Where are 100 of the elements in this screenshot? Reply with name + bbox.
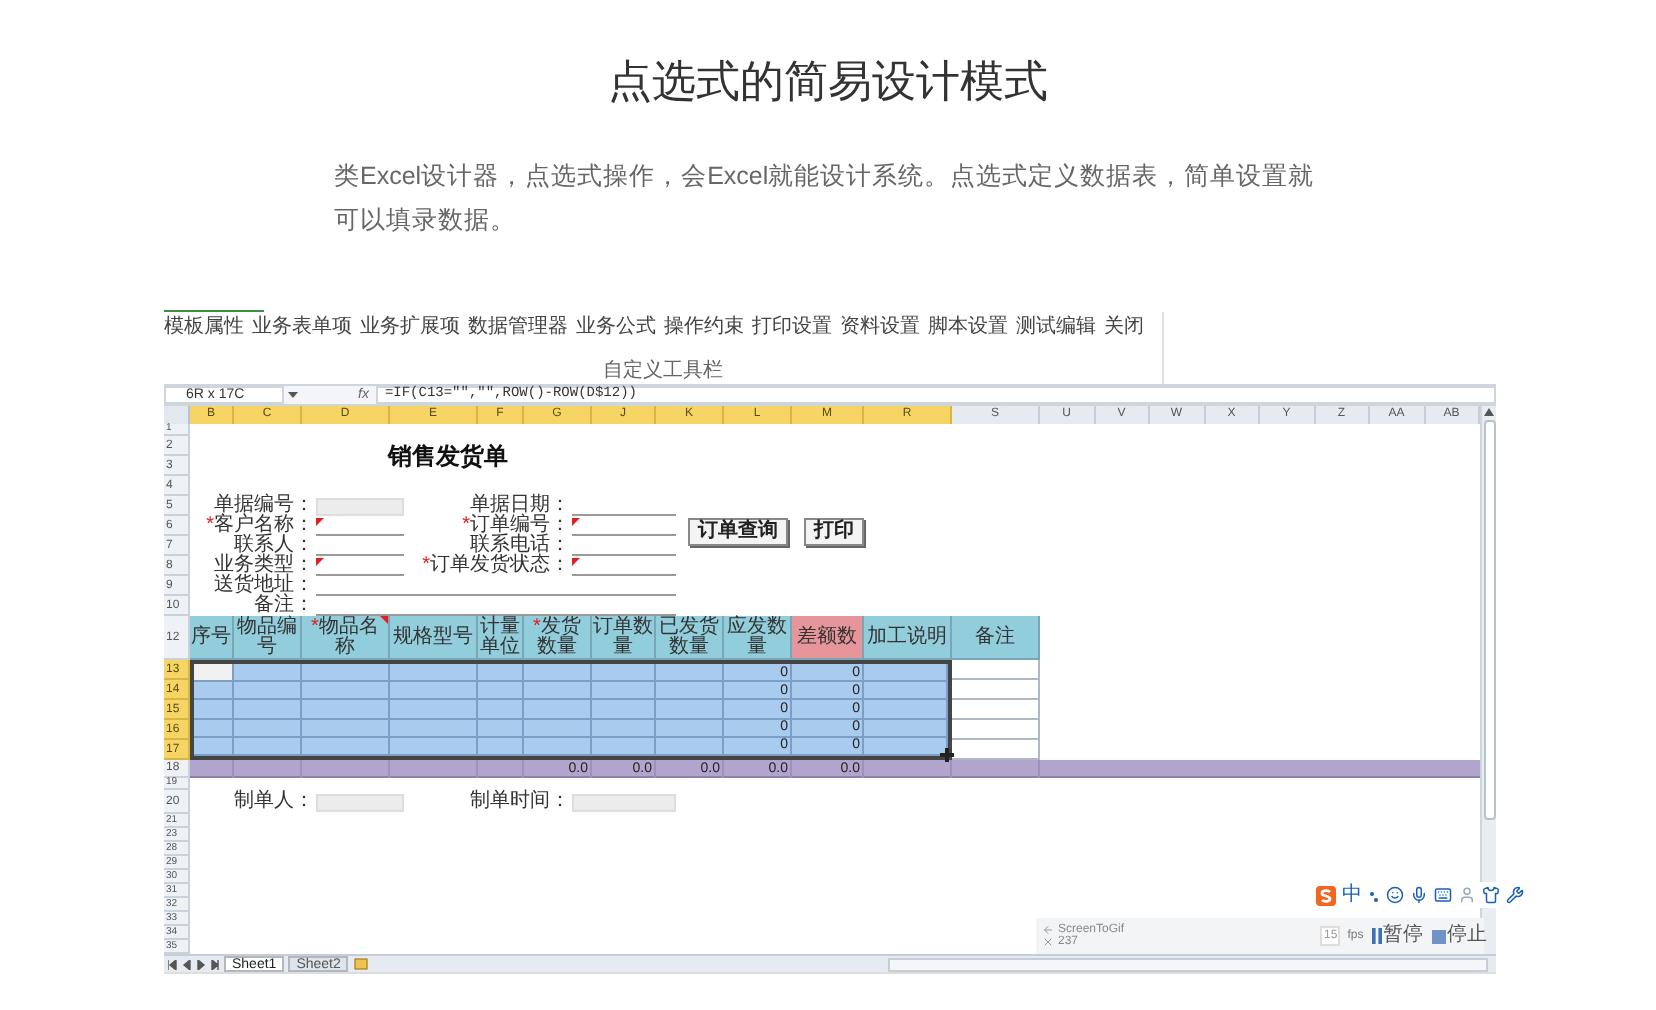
table-cell[interactable] <box>234 682 302 701</box>
pause-icon <box>1371 928 1382 944</box>
table-cell[interactable] <box>302 664 390 683</box>
table-cell[interactable] <box>478 700 524 720</box>
ribbon-menu-item[interactable]: 业务表单项 <box>252 318 352 338</box>
field-label: *订单编号： <box>460 516 570 536</box>
table-header-cell: 物品编号 <box>234 616 302 660</box>
table-cell[interactable] <box>390 664 478 683</box>
table-cell[interactable] <box>478 664 524 683</box>
ribbon-menu-item[interactable]: 数据管理器 <box>468 318 568 338</box>
table-header-cell: 加工说明 <box>864 616 952 660</box>
table-header-cell: 序号 <box>190 616 234 660</box>
insert-sheet-icon[interactable] <box>354 958 369 970</box>
field-label: 制单人： <box>232 792 314 812</box>
table-cell[interactable] <box>656 664 724 683</box>
table-header-cell: 应发数量 <box>724 616 792 660</box>
table-cell[interactable] <box>524 664 592 683</box>
field-label: *客户名称： <box>204 516 314 536</box>
field-label: 联系电话： <box>470 536 570 556</box>
wrench-icon[interactable] <box>1506 886 1524 904</box>
form-button[interactable]: 打印 <box>804 518 864 546</box>
input-field[interactable] <box>316 557 404 575</box>
table-cell[interactable] <box>656 700 724 720</box>
field-label: 送货地址： <box>212 576 314 596</box>
table-cell[interactable] <box>592 700 656 720</box>
sheet-navigation-icon[interactable] <box>168 959 220 969</box>
punctuation-icon[interactable] <box>1368 887 1380 903</box>
ribbon-menu-item[interactable]: 打印设置 <box>752 318 832 338</box>
comment-indicator-icon <box>572 557 580 565</box>
table-cell[interactable] <box>864 700 948 720</box>
ribbon-menu-item[interactable]: 操作约束 <box>664 318 744 338</box>
field-label: 备注： <box>254 596 314 616</box>
table-cell[interactable] <box>656 682 724 701</box>
table-header-cell: 计量单位 <box>478 616 524 660</box>
ribbon-menu-item[interactable]: 业务公式 <box>576 318 656 338</box>
ribbon-menu-item[interactable]: 测试编辑 <box>1016 318 1096 338</box>
ribbon-menu-item[interactable]: 模板属性 <box>164 318 244 338</box>
table-cell[interactable] <box>524 700 592 720</box>
field-label: *订单发货状态： <box>420 556 570 576</box>
input-field[interactable] <box>316 517 404 535</box>
input-field[interactable] <box>572 557 676 575</box>
pause-button[interactable]: 暂停 <box>1371 926 1424 946</box>
stop-button[interactable]: 停止 <box>1431 926 1488 946</box>
table-cell[interactable] <box>390 682 478 701</box>
table-cell[interactable] <box>194 682 234 701</box>
table-header-cell: 规格型号 <box>390 616 478 660</box>
close-icon[interactable] <box>1042 936 1054 948</box>
emoji-icon[interactable] <box>1386 886 1404 904</box>
table-cell[interactable] <box>952 660 1040 680</box>
horizontal-scrollbar[interactable] <box>888 957 1488 971</box>
ribbon-menu-item[interactable]: 关闭 <box>1104 318 1144 338</box>
keyboard-icon[interactable] <box>1434 886 1452 904</box>
field-label: 联系人： <box>234 536 314 556</box>
dropdown-caret-icon[interactable] <box>288 391 298 399</box>
stop-icon <box>1431 929 1446 943</box>
table-cell[interactable] <box>592 664 656 683</box>
field-label: 制单时间： <box>468 792 570 812</box>
comment-indicator-icon <box>572 517 580 525</box>
field-label: 单据编号： <box>212 496 314 516</box>
table-cell[interactable] <box>952 720 1040 740</box>
user-icon[interactable] <box>1458 886 1476 904</box>
page-heading: 点选式的简易设计模式 <box>606 54 1050 110</box>
table-cell[interactable] <box>302 682 390 701</box>
comment-indicator-icon <box>316 557 324 565</box>
table-cell[interactable] <box>478 682 524 701</box>
table-cell[interactable] <box>302 700 390 720</box>
table-cell[interactable] <box>194 700 234 720</box>
field-label: 单据日期： <box>468 496 570 516</box>
table-header-cell: 已发货数量 <box>656 616 724 660</box>
field-label: 业务类型： <box>212 556 314 576</box>
input-field[interactable] <box>572 517 676 535</box>
intro-text: 类Excel设计器，点选式操作，会Excel就能设计系统。点选式定义数据表，简单设置就可以填录数据。 <box>334 160 1317 238</box>
table-header-cell: 差额数 <box>792 616 864 660</box>
ribbon-menu-item[interactable]: 脚本设置 <box>928 318 1008 338</box>
ribbon-menu-item[interactable]: 业务扩展项 <box>360 318 460 338</box>
table-cell[interactable] <box>864 664 948 683</box>
input-mode-toggle[interactable]: 中 <box>1342 885 1362 905</box>
table-cell[interactable] <box>864 682 948 701</box>
fill-handle-icon[interactable] <box>940 748 954 762</box>
table-cell[interactable] <box>592 682 656 701</box>
back-icon[interactable] <box>1042 924 1054 936</box>
form-button[interactable]: 订单查询 <box>688 518 788 546</box>
ribbon-menu-item[interactable]: 资料设置 <box>840 318 920 338</box>
table-cell[interactable] <box>952 740 1040 760</box>
table-header-cell: *物品名称 <box>302 616 390 660</box>
table-header-cell: 订单数量 <box>592 616 656 660</box>
table-cell[interactable] <box>952 680 1040 700</box>
ribbon-group-label: 自定义工具栏 <box>603 362 723 382</box>
table-cell[interactable] <box>234 700 302 720</box>
table-cell[interactable] <box>524 682 592 701</box>
table-cell[interactable] <box>194 664 234 683</box>
table-header-cell: *发货数量 <box>524 616 592 660</box>
table-cell[interactable] <box>390 700 478 720</box>
table-cell[interactable] <box>952 700 1040 720</box>
shirt-icon[interactable] <box>1482 886 1500 904</box>
microphone-icon[interactable] <box>1410 886 1428 904</box>
table-cell[interactable] <box>234 664 302 683</box>
table-header-cell: 备注 <box>952 616 1040 660</box>
select-all-corner[interactable] <box>164 406 190 424</box>
form-title: 销售发货单 <box>388 444 508 468</box>
